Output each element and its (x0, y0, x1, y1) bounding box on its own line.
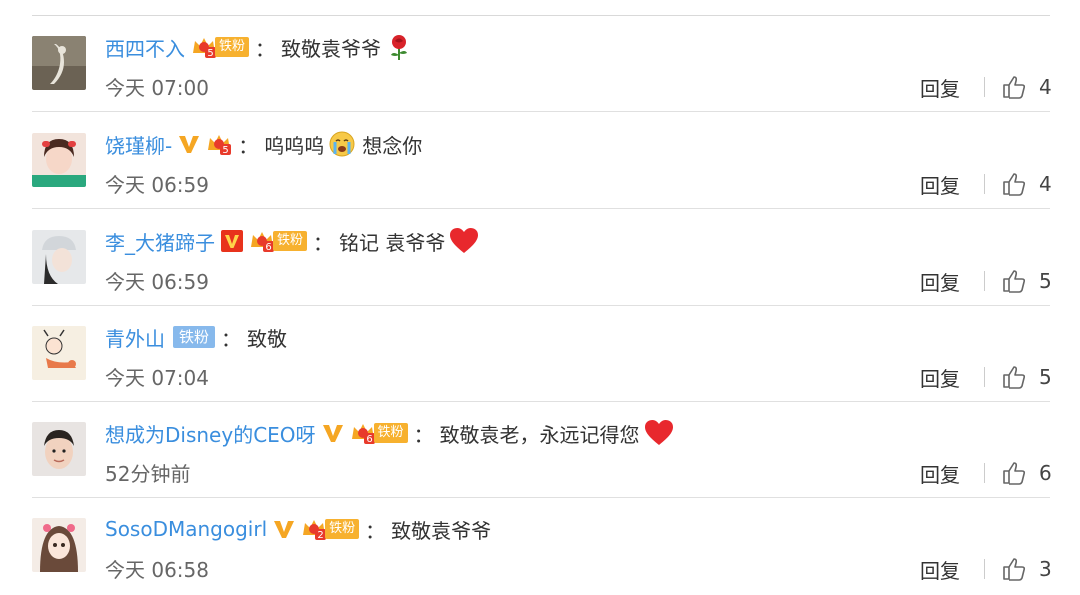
like-count: 4 (1039, 172, 1052, 196)
comment-item: 李_大猪蹄子 6 铁粉 ： 铭记 袁爷爷 今天 06:59 回复 5 (0, 210, 1080, 306)
avatar[interactable] (32, 133, 86, 187)
divider (984, 463, 985, 483)
timestamp: 52分钟前 (105, 462, 191, 486)
username[interactable]: 饶瑾柳- (105, 130, 172, 159)
heart-icon (644, 419, 673, 447)
divider (32, 208, 1050, 209)
fan-level: 5 (223, 145, 229, 156)
comment-item: SosoDMangogirl 2 铁粉 ： 致敬袁爷爷 今天 06:58 回复 … (0, 498, 1080, 594)
fan-level: 6 (366, 434, 372, 445)
divider (984, 77, 985, 97)
comment-text: 致敬袁爷爷 (391, 518, 492, 543)
reply-button[interactable]: 回复 (920, 555, 968, 584)
fan-level: 2 (317, 530, 323, 541)
avatar[interactable] (32, 518, 86, 572)
divider (984, 271, 985, 291)
fan-level: 5 (207, 48, 213, 59)
divider (984, 174, 985, 194)
comment-item: 想成为Disney的CEO呀 6 铁粉 ： 致敬袁老，永远记得您 52分钟前 回… (0, 402, 1080, 498)
comment-item: 饶瑾柳- 5 ： 呜呜呜 想念你 今天 06:59 回复 4 (0, 113, 1080, 209)
avatar[interactable] (32, 230, 86, 284)
like-count: 5 (1039, 269, 1052, 293)
thumbs-up-icon[interactable] (1001, 268, 1027, 294)
reply-button[interactable]: 回复 (920, 73, 968, 102)
thumbs-up-icon[interactable] (1001, 74, 1027, 100)
like-count: 6 (1039, 461, 1052, 485)
like-count: 5 (1039, 365, 1052, 389)
username[interactable]: SosoDMangogirl (105, 517, 267, 541)
timestamp: 今天 07:00 (105, 76, 209, 100)
fan-badge: 铁粉 (273, 231, 308, 251)
comment-text: 呜呜呜 (264, 133, 325, 158)
comment-text-2: 想念你 (362, 133, 423, 158)
fan-crown-icon: 6 (350, 421, 376, 445)
comment-text: 致敬袁老，永远记得您 (439, 422, 640, 447)
comment-item: 青外山 铁粉 ： 致敬 今天 07:04 回复 5 (0, 306, 1080, 402)
comment-item: 西四不入 5 铁粉 ： 致敬袁爷爷 今天 07:00 回复 4 (0, 16, 1080, 112)
like-count: 3 (1039, 557, 1052, 581)
fan-crown-icon: 5 (206, 132, 232, 156)
comment-list: 西四不入 5 铁粉 ： 致敬袁爷爷 今天 07:00 回复 4 饶瑾柳- 5 ：… (0, 0, 1080, 595)
fan-crown-icon: 2 (301, 517, 327, 541)
reply-button[interactable]: 回复 (920, 363, 968, 392)
timestamp: 今天 07:04 (105, 366, 209, 390)
heart-icon (449, 227, 479, 255)
colon: ： (255, 36, 276, 61)
colon: ： (413, 422, 434, 447)
comment-text: 致敬袁爷爷 (281, 36, 382, 61)
fan-crown-icon: 6 (249, 229, 275, 253)
reply-button[interactable]: 回复 (920, 170, 968, 199)
timestamp: 今天 06:58 (105, 558, 209, 582)
colon: ： (313, 230, 334, 255)
like-count: 4 (1039, 75, 1052, 99)
verified-icon (178, 133, 200, 155)
timestamp: 今天 06:59 (105, 270, 209, 294)
avatar[interactable] (32, 422, 86, 476)
username[interactable]: 青外山 (105, 323, 165, 352)
thumbs-up-icon[interactable] (1001, 364, 1027, 390)
verified-icon (273, 518, 295, 540)
colon: ： (365, 518, 386, 543)
thumbs-up-icon[interactable] (1001, 556, 1027, 582)
avatar[interactable] (32, 36, 86, 90)
divider (984, 367, 985, 387)
timestamp: 今天 06:59 (105, 173, 209, 197)
fan-badge: 铁粉 (373, 423, 408, 443)
crying-face-icon (328, 130, 356, 158)
divider (32, 111, 1050, 112)
fan-badge: 铁粉 (325, 519, 360, 539)
fan-badge: 铁粉 (215, 37, 250, 57)
thumbs-up-icon[interactable] (1001, 460, 1027, 486)
fan-crown-icon: 5 (191, 35, 217, 59)
thumbs-up-icon[interactable] (1001, 171, 1027, 197)
comment-text: 铭记 袁爷爷 (339, 230, 446, 255)
reply-button[interactable]: 回复 (920, 459, 968, 488)
divider (984, 559, 985, 579)
rose-icon (385, 33, 413, 61)
avatar[interactable] (32, 326, 86, 380)
reply-button[interactable]: 回复 (920, 267, 968, 296)
comment-text: 致敬 (247, 326, 288, 351)
username[interactable]: 李_大猪蹄子 (105, 227, 215, 256)
username[interactable]: 想成为Disney的CEO呀 (105, 419, 316, 448)
colon: ： (221, 326, 242, 351)
fan-level: 6 (265, 242, 271, 253)
username[interactable]: 西四不入 (105, 33, 185, 62)
colon: ： (238, 133, 259, 158)
verified-icon (221, 230, 243, 252)
fan-badge: 铁粉 (173, 326, 216, 348)
verified-icon (322, 422, 344, 444)
